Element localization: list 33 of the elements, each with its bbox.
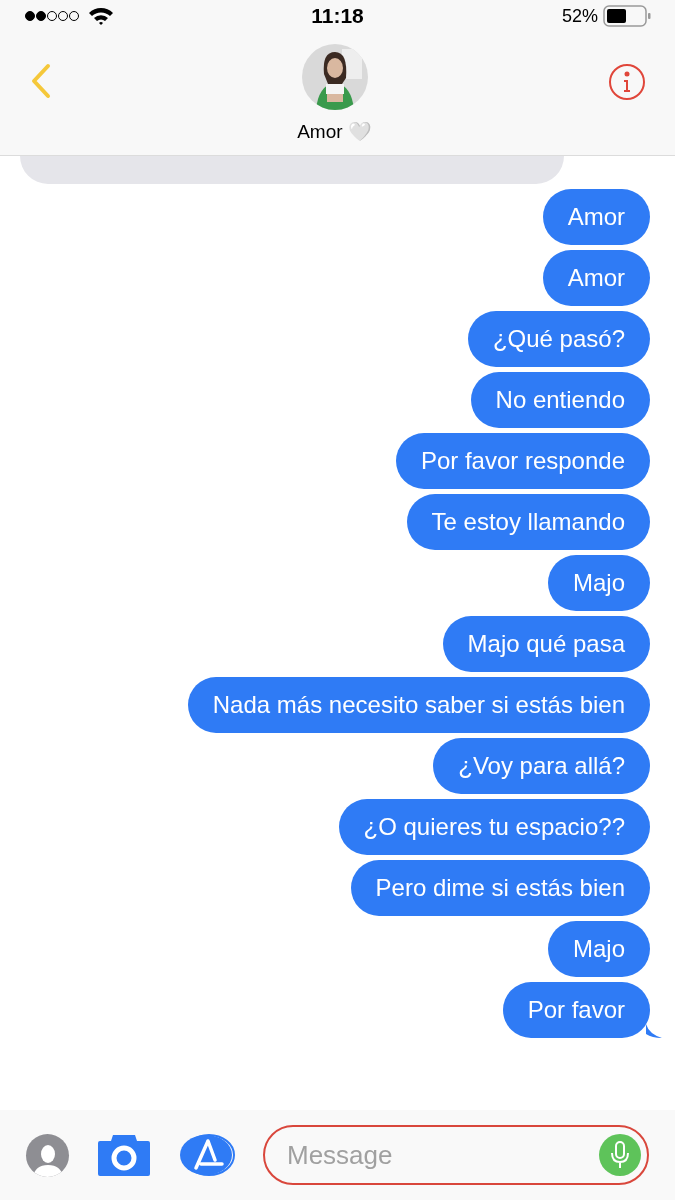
info-icon bbox=[622, 71, 632, 93]
microphone-icon bbox=[610, 1141, 630, 1169]
outgoing-message: Por favor bbox=[502, 982, 650, 1038]
outgoing-message: Majo bbox=[547, 921, 650, 977]
camera-button[interactable] bbox=[97, 1133, 151, 1177]
contact-name[interactable]: Amor 🤍 bbox=[297, 118, 372, 147]
outgoing-message: Nada más necesito saber si estás bien bbox=[187, 677, 650, 733]
battery-icon bbox=[603, 5, 651, 27]
app-store-icon bbox=[179, 1134, 235, 1176]
outgoing-message: ¿Voy para allá? bbox=[433, 738, 650, 794]
battery-percent: 52% bbox=[561, 4, 598, 28]
microphone-button[interactable] bbox=[599, 1134, 641, 1176]
info-button[interactable] bbox=[609, 64, 645, 100]
outgoing-message: Amor bbox=[542, 189, 650, 245]
outgoing-message: Por favor responde bbox=[395, 433, 650, 489]
status-time: 11:18 bbox=[311, 3, 364, 30]
person-icon bbox=[32, 1142, 63, 1177]
outgoing-message: Pero dime si estás bien bbox=[350, 860, 650, 916]
outgoing-message: ¿O quieres tu espacio?? bbox=[338, 799, 650, 855]
outgoing-message: ¿Qué pasó? bbox=[467, 311, 650, 367]
app-store-button[interactable] bbox=[179, 1134, 235, 1176]
outgoing-message: Majo qué pasa bbox=[442, 616, 650, 672]
bubble-tail-icon bbox=[646, 1024, 662, 1038]
signal-icon bbox=[24, 10, 80, 22]
outgoing-message: Amor bbox=[542, 250, 650, 306]
camera-icon bbox=[97, 1133, 151, 1177]
chevron-left-icon bbox=[30, 63, 52, 99]
outgoing-message: Te estoy llamando bbox=[406, 494, 650, 550]
message-field[interactable]: Message bbox=[263, 1125, 649, 1185]
outgoing-message: No entiendo bbox=[470, 372, 650, 428]
wifi-icon bbox=[88, 6, 114, 26]
contact-button[interactable] bbox=[26, 1133, 69, 1177]
outgoing-message: Majo bbox=[547, 555, 650, 611]
